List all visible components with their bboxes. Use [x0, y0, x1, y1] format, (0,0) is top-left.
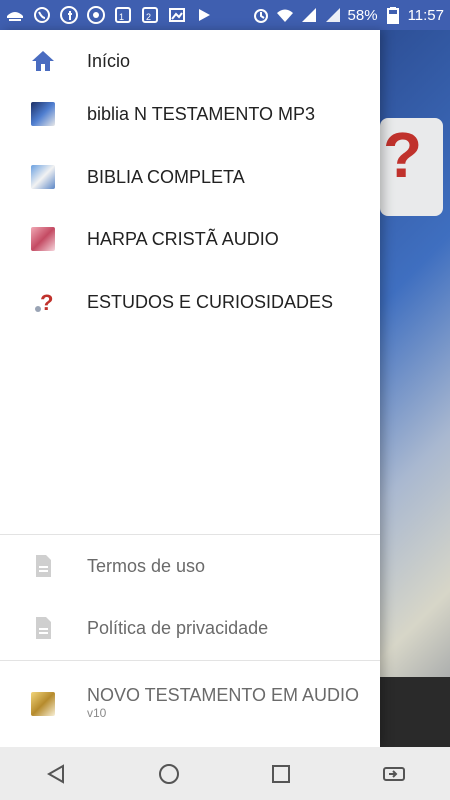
- drawer-item-label: Início: [87, 50, 131, 71]
- drawer-item-label: HARPA CRISTÃ AUDIO: [87, 228, 279, 249]
- svg-text:2: 2: [146, 12, 151, 22]
- battery-icon: [384, 6, 402, 24]
- document-icon: [30, 553, 56, 579]
- sim1-icon: 1: [114, 6, 132, 24]
- drawer-item-label: biblia N TESTAMENTO MP3: [87, 103, 316, 124]
- harpa-thumbnail-icon: [30, 226, 56, 252]
- chrome-icon: [87, 6, 105, 24]
- drawer-item-biblia-mp3[interactable]: biblia N TESTAMENTO MP3: [0, 83, 380, 145]
- battery-percentage: 58%: [347, 6, 378, 24]
- drawer-item-label: Política de privacidade: [87, 617, 269, 638]
- alarm-icon: [252, 6, 270, 24]
- app-version: v10: [87, 706, 107, 720]
- bible-thumbnail-icon: [30, 101, 56, 127]
- document-icon: [30, 615, 56, 641]
- app-name: NOVO TESTAMENTO EM AUDIO: [87, 685, 360, 705]
- recents-icon[interactable]: [261, 754, 301, 794]
- clock: 11:57: [407, 6, 444, 24]
- home-icon: [30, 48, 56, 74]
- switch-apps-icon[interactable]: [374, 754, 414, 794]
- wifi-icon: [276, 6, 294, 24]
- system-navigation-bar: [0, 747, 450, 800]
- facebook-icon: [60, 6, 78, 24]
- notification-icon: [6, 6, 24, 24]
- back-icon[interactable]: [36, 754, 76, 794]
- drawer-item-label: ESTUDOS E CURIOSIDADES: [87, 291, 334, 312]
- drawer-item-termos[interactable]: Termos de uso: [0, 535, 380, 597]
- status-bar: 1 2 58% 11:57: [0, 0, 450, 30]
- signal-icon: [300, 6, 318, 24]
- svg-text:1: 1: [119, 12, 124, 22]
- home-circle-icon[interactable]: [149, 754, 189, 794]
- drawer-divider: [0, 660, 380, 661]
- sim2-icon: 2: [141, 6, 159, 24]
- drawer-item-label: Termos de uso: [87, 555, 206, 576]
- svg-text:?: ?: [40, 290, 53, 315]
- drawer-item-harpa[interactable]: HARPA CRISTÃ AUDIO: [0, 208, 380, 270]
- drawer-item-biblia-completa[interactable]: BIBLIA COMPLETA: [0, 146, 380, 208]
- background-bottom-band: [380, 677, 450, 747]
- drawer-item-estudos[interactable]: ? ESTUDOS E CURIOSIDADES: [0, 271, 380, 333]
- bible-complete-thumbnail-icon: [30, 164, 56, 190]
- app-book-icon: [30, 691, 56, 717]
- navigation-drawer: Início biblia N TESTAMENTO MP3 BIBLIA CO…: [0, 30, 380, 747]
- drawer-app-info[interactable]: NOVO TESTAMENTO EM AUDIO v10: [0, 673, 380, 735]
- signal-icon-2: [324, 6, 342, 24]
- background-question-mark: ?: [383, 119, 423, 191]
- drawer-item-label: BIBLIA COMPLETA: [87, 166, 245, 187]
- play-store-icon: [195, 6, 213, 24]
- whatsapp-icon: [33, 6, 51, 24]
- drawer-item-politica[interactable]: Política de privacidade: [0, 597, 380, 659]
- image-icon: [168, 6, 186, 24]
- question-icon: ?: [30, 289, 56, 315]
